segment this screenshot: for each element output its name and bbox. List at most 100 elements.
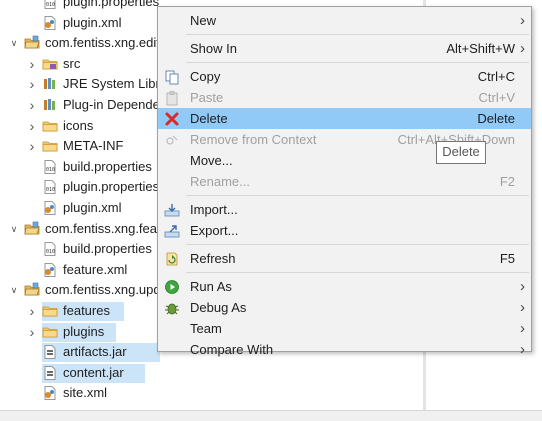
menu-item-label: Show In	[190, 41, 237, 56]
menu-item-label: Copy	[190, 69, 221, 84]
menu-item-label: Debug As	[190, 300, 247, 315]
submenu-arrow-icon: ›	[520, 341, 525, 358]
plugin-xml-icon	[42, 200, 58, 216]
tree-item-label: plugin.xml	[63, 14, 122, 30]
expand-chevron-icon[interactable]: ∨	[8, 33, 20, 53]
tree-item-label: src	[63, 55, 81, 71]
menu-separator	[186, 244, 529, 245]
submenu-arrow-icon: ›	[520, 12, 525, 29]
menu-item-label: Import...	[190, 202, 238, 217]
tree-item-label: plugin.xml	[63, 200, 122, 215]
menu-item-shortcut: F5	[499, 251, 515, 266]
tree-item-label: META-INF	[63, 138, 124, 154]
plugin-xml-icon	[42, 15, 58, 31]
menu-item-label: New	[190, 13, 217, 28]
import-icon	[164, 202, 180, 218]
tree-item-label: plugins	[63, 323, 105, 339]
site-xml-icon	[42, 385, 58, 401]
menu-item-team[interactable]: Team ›	[158, 318, 531, 339]
submenu-arrow-icon: ›	[520, 278, 525, 295]
properties-file-icon: 010	[42, 159, 58, 175]
menu-separator	[186, 195, 529, 196]
tree-item-label: content.jar	[63, 364, 124, 380]
menu-item-label: Paste	[190, 90, 224, 105]
menu-separator	[186, 272, 529, 273]
menu-separator	[186, 62, 529, 63]
svg-text:010: 010	[46, 187, 55, 193]
menu-item-new[interactable]: New ›	[158, 10, 531, 31]
svg-text:010: 010	[46, 2, 55, 8]
menu-item-shortcut: Delete	[477, 111, 515, 126]
plugin-project-icon	[24, 35, 40, 51]
menu-item-label: Run As	[190, 279, 232, 294]
expand-chevron-icon[interactable]: ∨	[8, 280, 20, 300]
menu-item-shortcut: Ctrl+C	[477, 69, 515, 84]
menu-item-refresh[interactable]: Refresh F5	[158, 248, 531, 269]
tree-item-label: feature.xml	[63, 261, 128, 277]
feature-project-icon	[24, 221, 40, 237]
menu-item-copy[interactable]: Copy Ctrl+C	[158, 66, 531, 87]
menu-item-import[interactable]: Import...	[158, 199, 531, 220]
collapse-chevron-icon[interactable]: ›	[26, 301, 38, 321]
folder-icon	[42, 118, 58, 134]
delete-tooltip: Delete	[436, 141, 486, 164]
feature-xml-icon	[42, 262, 58, 278]
refresh-icon	[164, 251, 180, 267]
collapse-chevron-icon[interactable]: ›	[26, 322, 38, 342]
expand-chevron-icon[interactable]: ∨	[8, 219, 20, 239]
library-icon	[42, 76, 58, 92]
paste-icon	[164, 90, 180, 106]
menu-item-delete[interactable]: Delete Delete	[158, 108, 531, 129]
export-icon	[164, 223, 180, 239]
menu-item-paste: Paste Ctrl+V	[158, 87, 531, 108]
collapse-chevron-icon[interactable]: ›	[26, 136, 38, 156]
menu-separator	[186, 34, 529, 35]
menu-item-rename: Rename... F2	[158, 171, 531, 192]
collapse-chevron-icon[interactable]: ›	[26, 95, 38, 115]
delete-icon	[164, 111, 180, 127]
menu-item-shortcut: F2	[499, 174, 515, 189]
tree-item-label: plugin.properties	[63, 179, 160, 195]
tree-item-label: site.xml	[63, 385, 108, 401]
svg-text:010: 010	[46, 249, 55, 255]
remove-context-icon	[164, 132, 180, 148]
svg-text:010: 010	[46, 167, 55, 173]
menu-item-show-in[interactable]: Show In Alt+Shift+W ›	[158, 38, 531, 59]
submenu-arrow-icon: ›	[520, 40, 525, 57]
collapse-chevron-icon[interactable]: ›	[26, 116, 38, 136]
menu-item-shortcut: Ctrl+V	[478, 90, 515, 105]
run-icon	[164, 279, 180, 295]
copy-icon	[164, 69, 180, 85]
source-folder-icon	[42, 56, 58, 72]
properties-file-icon: 010	[42, 179, 58, 195]
collapse-chevron-icon[interactable]: ›	[26, 54, 38, 74]
submenu-arrow-icon: ›	[520, 299, 525, 316]
collapse-chevron-icon[interactable]: ›	[26, 74, 38, 94]
tree-item-selected[interactable]: content.jar	[0, 363, 423, 383]
menu-item-compare-with[interactable]: Compare With ›	[158, 339, 531, 360]
library-icon	[42, 97, 58, 113]
menu-item-run-as[interactable]: Run As ›	[158, 276, 531, 297]
update-site-project-icon	[24, 282, 40, 298]
jar-file-icon	[42, 365, 58, 381]
tree-item-label: com.fentiss.xng.edit	[45, 35, 160, 51]
menu-item-label: Delete	[190, 111, 228, 126]
tree-item-label: artifacts.jar	[63, 344, 127, 360]
menu-item-export[interactable]: Export...	[158, 220, 531, 241]
menu-item-shortcut: Alt+Shift+W	[446, 41, 515, 56]
menu-item-debug-as[interactable]: Debug As ›	[158, 297, 531, 318]
menu-item-label: Move...	[190, 153, 233, 168]
menu-item-label: Team	[190, 321, 222, 336]
tree-item[interactable]: site.xml	[0, 383, 423, 403]
menu-item-label: Compare With	[190, 342, 274, 357]
